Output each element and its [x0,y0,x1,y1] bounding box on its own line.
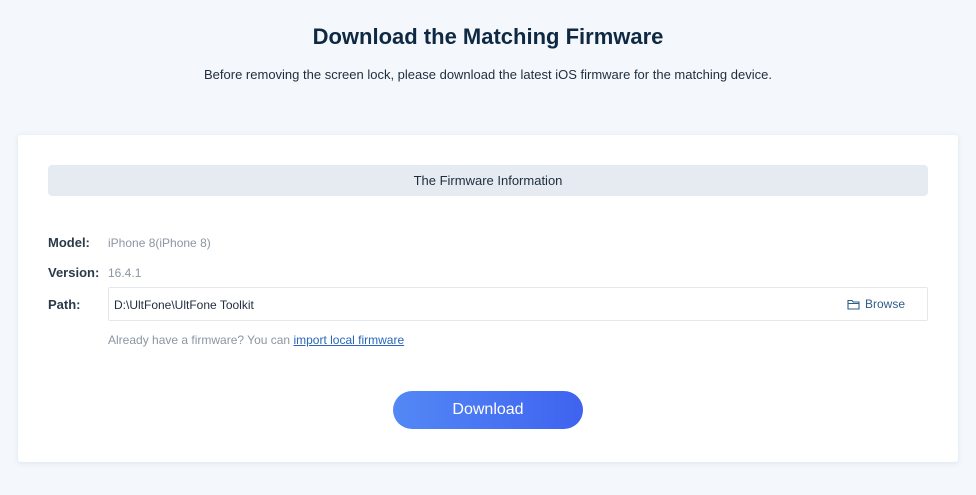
browse-button[interactable]: Browse [847,297,905,311]
firmware-info-header: The Firmware Information [48,165,928,196]
import-hint-text: Already have a firmware? You can [108,333,294,347]
download-button-label: Download [452,401,524,418]
import-hint: Already have a firmware? You can import … [108,333,404,347]
folder-icon [847,299,860,310]
version-value: 16.4.1 [108,266,142,280]
model-label: Model: [48,235,90,250]
download-button[interactable]: Download [393,391,583,429]
firmware-card: The Firmware Information Model: iPhone 8… [18,135,958,462]
path-field[interactable]: D:\UltFone\UltFone Toolkit Browse [108,287,928,321]
firmware-info-title: The Firmware Information [413,173,563,188]
page-title: Download the Matching Firmware [312,24,664,49]
version-label: Version: [48,265,100,280]
path-value: D:\UltFone\UltFone Toolkit [114,298,254,312]
download-firmware-page: Download the Matching Firmware Before re… [0,0,976,495]
path-label: Path: [48,297,81,312]
import-local-firmware-link[interactable]: import local firmware [293,333,404,347]
browse-label: Browse [864,297,905,311]
model-value: iPhone 8(iPhone 8) [108,236,211,250]
page-subtitle: Before removing the screen lock, please … [204,67,772,82]
